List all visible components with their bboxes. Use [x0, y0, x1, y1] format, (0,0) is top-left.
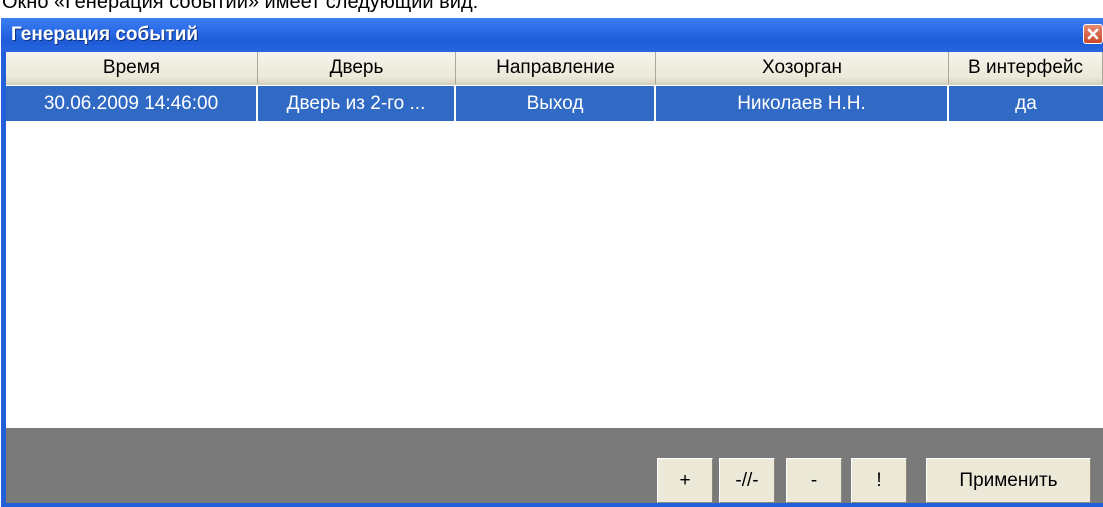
- grid-header: Время Дверь Направление Хозорган В интер…: [6, 52, 1103, 85]
- column-header-door[interactable]: Дверь: [258, 52, 456, 85]
- edit-button[interactable]: -//-: [719, 458, 775, 503]
- bottom-toolbar: + -//- - ! Применить: [6, 428, 1103, 503]
- column-header-time[interactable]: Время: [6, 52, 258, 85]
- remove-button[interactable]: -: [786, 458, 842, 503]
- cell-interface[interactable]: да: [949, 86, 1103, 121]
- exclaim-button[interactable]: !: [851, 458, 907, 503]
- document-caption: Окно «Генерация событий» имеет следующий…: [2, 0, 479, 13]
- add-button[interactable]: +: [657, 458, 713, 503]
- column-header-owner[interactable]: Хозорган: [656, 52, 949, 85]
- column-header-direction[interactable]: Направление: [456, 52, 656, 85]
- close-icon: [1087, 28, 1099, 40]
- event-generation-window: Генерация событий Время Дверь Направлени…: [1, 18, 1103, 507]
- cell-time[interactable]: 30.06.2009 14:46:00: [6, 86, 258, 121]
- table-row[interactable]: 30.06.2009 14:46:00 Дверь из 2-го ... Вы…: [6, 86, 1103, 121]
- window-title: Генерация событий: [11, 24, 199, 45]
- cell-direction[interactable]: Выход: [456, 86, 656, 121]
- window-client-area: Время Дверь Направление Хозорган В интер…: [6, 52, 1103, 503]
- column-header-interface[interactable]: В интерфейс: [949, 52, 1103, 85]
- cell-owner[interactable]: Николаев Н.Н.: [656, 86, 949, 121]
- window-titlebar[interactable]: Генерация событий: [1, 18, 1103, 52]
- close-button[interactable]: [1083, 24, 1103, 44]
- apply-button[interactable]: Применить: [926, 458, 1091, 503]
- cell-door[interactable]: Дверь из 2-го ...: [258, 86, 456, 121]
